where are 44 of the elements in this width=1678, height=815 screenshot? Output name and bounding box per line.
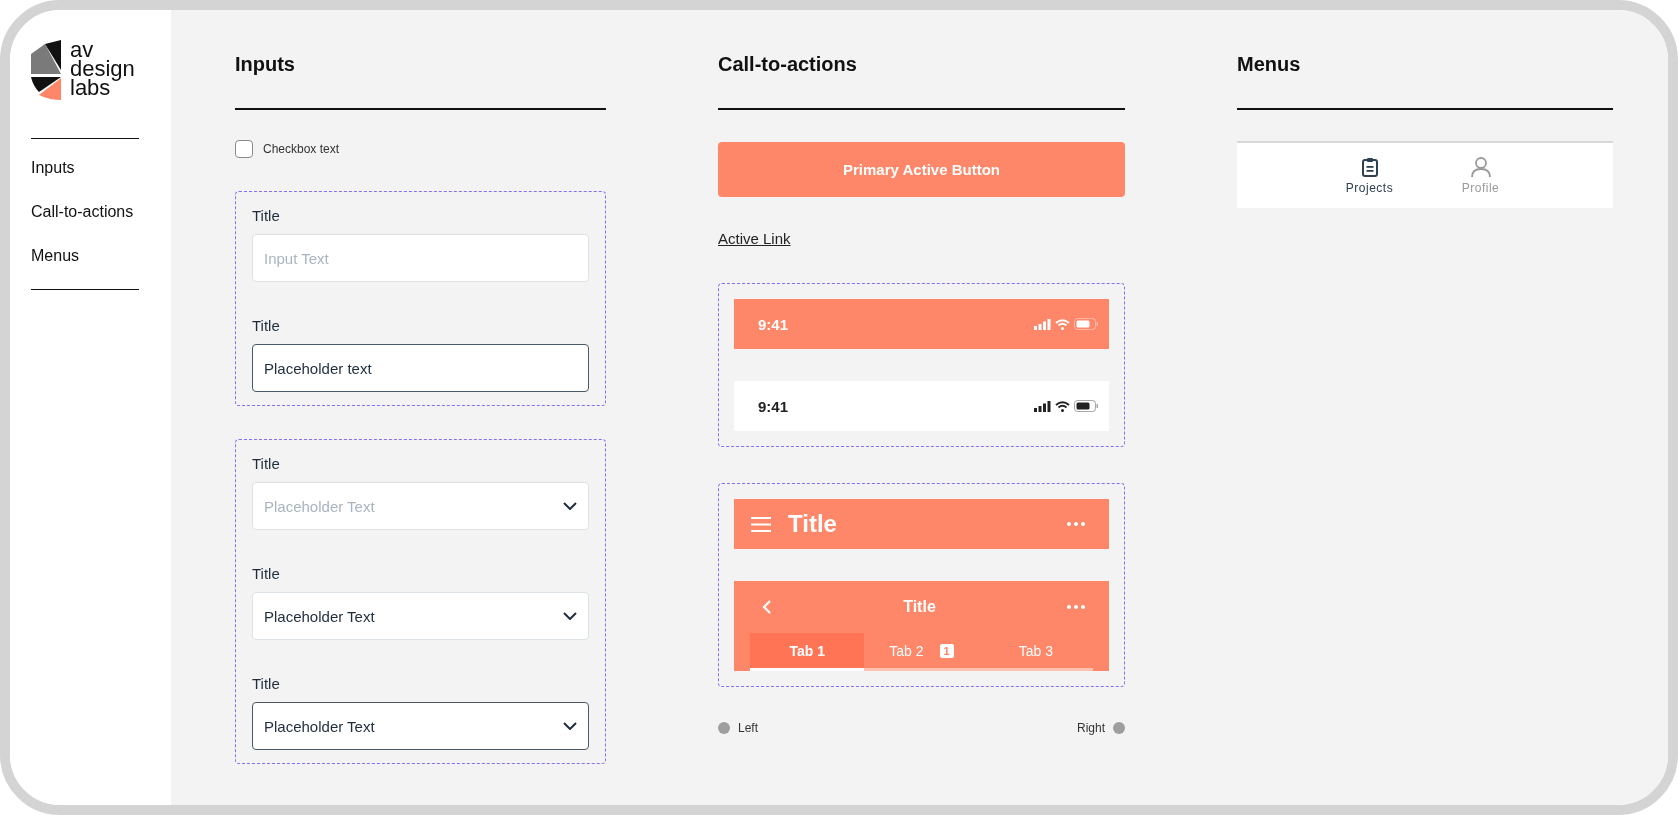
wifi-icon — [1055, 318, 1070, 330]
dot-icon — [718, 722, 730, 734]
right-label: Right — [1077, 721, 1105, 735]
person-icon — [1470, 156, 1491, 177]
status-time: 9:41 — [758, 315, 790, 333]
section-heading: Call-to-actions — [718, 52, 858, 76]
logo-icon — [31, 40, 64, 100]
input-field[interactable]: Placeholder text — [252, 344, 589, 392]
field-label: Title — [252, 316, 281, 336]
battery-icon — [1074, 318, 1098, 330]
battery-icon — [1074, 400, 1098, 412]
back-icon[interactable] — [762, 599, 772, 615]
bottom-nav-item[interactable]: Projects — [1314, 143, 1425, 208]
sidebar-link[interactable]: Menus — [31, 247, 171, 265]
dropdown-field[interactable]: Placeholder Text — [252, 702, 589, 750]
checkbox-label: Checkbox text — [263, 142, 340, 156]
dot-icon — [1113, 722, 1125, 734]
chevron-down-icon — [563, 612, 577, 620]
field-label: Title — [252, 674, 281, 694]
status-time: 9:41 — [758, 397, 790, 415]
more-icon[interactable] — [1067, 522, 1085, 526]
clipboard-icon — [1361, 156, 1378, 177]
signal-icon — [1034, 400, 1051, 412]
count-badge: 1 — [939, 643, 954, 658]
app-bar-title: Title — [902, 598, 937, 616]
menu-icon[interactable] — [751, 516, 771, 532]
more-icon[interactable] — [1067, 605, 1085, 609]
app-bar-title: Title — [788, 510, 838, 538]
section-heading: Menus — [1237, 52, 1302, 76]
signal-icon — [1034, 318, 1051, 330]
sidebar-link[interactable]: Call-to-actions — [31, 203, 171, 221]
wifi-icon — [1055, 400, 1070, 412]
field-label: Title — [252, 564, 281, 584]
left-label: Left — [738, 721, 758, 735]
dropdown-field[interactable]: Placeholder Text — [252, 592, 589, 640]
field-label: Title — [252, 454, 281, 474]
checkbox[interactable] — [235, 140, 253, 158]
logo-text: av design labs — [70, 40, 135, 97]
section-heading: Inputs — [235, 52, 296, 76]
chevron-down-icon — [563, 502, 577, 510]
text-link[interactable]: Active Link — [718, 230, 791, 247]
chevron-down-icon — [563, 722, 577, 730]
field-label: Title — [252, 206, 281, 226]
sidebar-link[interactable]: Inputs — [31, 159, 171, 177]
